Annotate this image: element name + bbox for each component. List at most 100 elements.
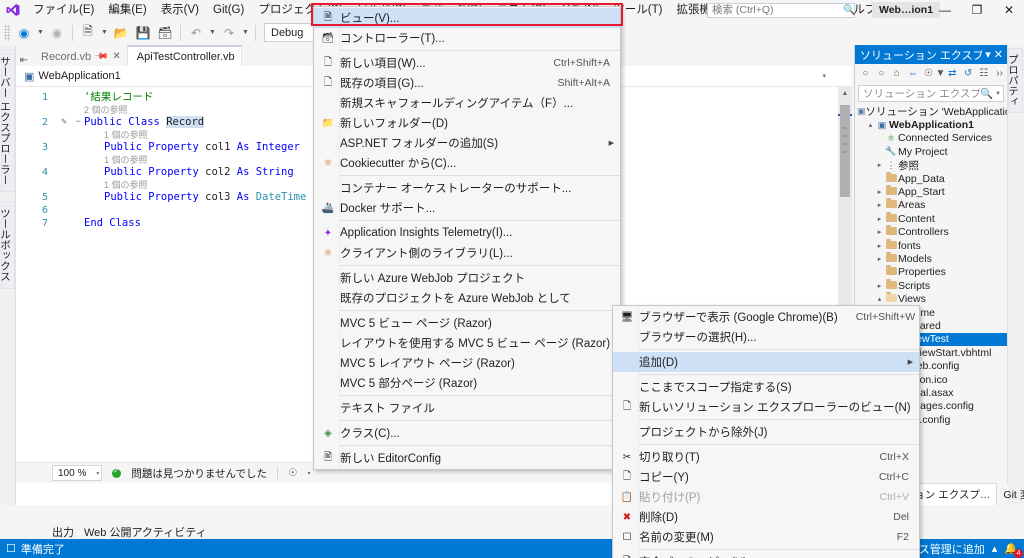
go-back-caret-icon[interactable]: ▼ bbox=[35, 22, 46, 44]
solution-tree-item[interactable]: ▸Content bbox=[855, 212, 1007, 225]
fold-marker[interactable]: − bbox=[72, 116, 84, 129]
sync-with-active-document-icon[interactable]: ⇔ bbox=[905, 65, 920, 82]
chevron-right-icon[interactable]: ▸ bbox=[875, 228, 884, 236]
menu-folder-item[interactable]: 🗋新しいソリューション エクスプローラーのビュー(N) bbox=[613, 397, 919, 417]
chevron-down-icon[interactable]: ▴ bbox=[875, 295, 884, 303]
menu-add-item[interactable]: 🚢Docker サポート... bbox=[314, 198, 620, 218]
new-project-caret-icon[interactable]: ▼ bbox=[99, 22, 110, 44]
menu-add-item[interactable]: 🗃コントローラー(T)... bbox=[314, 28, 620, 48]
home-icon[interactable]: ⌂ bbox=[890, 65, 905, 82]
menu-add-item[interactable]: 🗋新しい項目(W)...Ctrl+Shift+A bbox=[314, 53, 620, 73]
solution-tree-item[interactable]: ▸Scripts bbox=[855, 279, 1007, 292]
properties-icon[interactable]: ☷ bbox=[976, 65, 991, 82]
menu-folder-item[interactable]: 🖥ブラウザーで表示 (Google Chrome)(B)Ctrl+Shift+W bbox=[613, 307, 919, 327]
menu-folder-item[interactable]: ここまでスコープ指定する(S) bbox=[613, 377, 919, 397]
menu-add-item[interactable]: 🖹新しい EditorConfig bbox=[314, 448, 620, 468]
solution-tree-item[interactable]: ▸App_Start bbox=[855, 185, 1007, 198]
menu-add-item[interactable]: 📁新しいフォルダー(D) bbox=[314, 113, 620, 133]
solution-tree-item[interactable]: ▸⋮参照 bbox=[855, 159, 1007, 172]
redo-icon[interactable]: ↷ bbox=[218, 22, 240, 44]
back-icon[interactable]: ○ bbox=[858, 65, 873, 82]
chevron-right-icon[interactable]: ▸ bbox=[875, 161, 884, 169]
zoom-combo[interactable]: 100 % ▾ bbox=[52, 465, 102, 481]
solution-tree-item[interactable]: 🔧My Project bbox=[855, 145, 1007, 158]
chevron-up-icon[interactable]: ▴ bbox=[992, 542, 998, 555]
go-forward-icon[interactable]: ◉ bbox=[46, 22, 68, 44]
menu-file[interactable]: ファイル(E) bbox=[26, 0, 101, 20]
tab-overflow-icon[interactable]: ⇤ bbox=[16, 55, 32, 66]
menu-add-item[interactable]: テキスト ファイル bbox=[314, 398, 620, 418]
menu-add-item[interactable]: ✦Application Insights Telemetry(I)... bbox=[314, 223, 620, 243]
menu-folder-item[interactable]: 追加(D)▶ bbox=[613, 352, 919, 372]
chevron-down-icon[interactable]: ▼ bbox=[937, 65, 944, 82]
solution-tree-item[interactable]: ▴Views bbox=[855, 292, 1007, 305]
issue-filter-icon[interactable]: ☉ bbox=[288, 467, 297, 479]
new-project-icon[interactable]: 🗎 bbox=[77, 22, 99, 44]
solution-explorer-search[interactable]: ソリューション エクスプローラー 🔍 ▼ bbox=[858, 85, 1004, 102]
menu-folder-item[interactable]: 🗋コピー(Y)Ctrl+C bbox=[613, 467, 919, 487]
open-file-icon[interactable]: 📂 bbox=[110, 22, 132, 44]
sidebar-tab-server-explorer[interactable]: サーバー エクスプローラー bbox=[1, 49, 15, 192]
menu-add-item[interactable]: ASP.NET フォルダーの追加(S)▶ bbox=[314, 133, 620, 153]
menu-folder-item[interactable]: ✂切り取り(T)Ctrl+X bbox=[613, 447, 919, 467]
redo-caret-icon[interactable]: ▼ bbox=[240, 22, 251, 44]
menu-folder-item[interactable]: ☐名前の変更(M)F2 bbox=[613, 527, 919, 547]
overflow-icon[interactable]: ›› bbox=[992, 65, 1007, 82]
sidebar-tab-properties[interactable]: プロパティ bbox=[1008, 48, 1023, 113]
context-menu-folder[interactable]: 🖥ブラウザーで表示 (Google Chrome)(B)Ctrl+Shift+W… bbox=[612, 305, 920, 558]
menu-add-item[interactable]: 既存のプロジェクトを Azure WebJob として bbox=[314, 288, 620, 308]
solution-tree-item[interactable]: ▸fonts bbox=[855, 239, 1007, 252]
menu-edit[interactable]: 編集(E) bbox=[101, 0, 153, 20]
undo-caret-icon[interactable]: ▼ bbox=[207, 22, 218, 44]
go-back-icon[interactable]: ◉ bbox=[13, 22, 35, 44]
menu-add-item[interactable]: コンテナー オーケストレーターのサポート... bbox=[314, 178, 620, 198]
editor-tab-record[interactable]: Record.vb 📌 ✕ bbox=[32, 45, 127, 66]
chevron-down-icon[interactable]: ▼ bbox=[993, 91, 1001, 97]
tab-git-changes[interactable]: Git 変更 bbox=[997, 484, 1024, 505]
search-input[interactable]: 検索 (Ctrl+Q) bbox=[707, 3, 855, 18]
menu-add-item[interactable]: MVC 5 部分ページ (Razor) bbox=[314, 373, 620, 393]
menu-add-item[interactable]: ⚛Cookiecutter から(C)... bbox=[314, 153, 620, 173]
solution-tree-item[interactable]: App_Data bbox=[855, 172, 1007, 185]
menu-add-item[interactable]: MVC 5 レイアウト ページ (Razor) bbox=[314, 353, 620, 373]
menu-git[interactable]: Git(G) bbox=[206, 0, 251, 20]
menu-folder-item[interactable]: 📋貼り付け(P)Ctrl+V bbox=[613, 487, 919, 507]
chevron-right-icon[interactable]: ▸ bbox=[875, 255, 884, 263]
menu-add-item[interactable]: 新しい Azure WebJob プロジェクト bbox=[314, 268, 620, 288]
solution-tree-item[interactable]: ▸Models bbox=[855, 252, 1007, 265]
menu-view[interactable]: 表示(V) bbox=[154, 0, 206, 20]
editor-tab-apitestcontroller[interactable]: ApiTestController.vb bbox=[127, 45, 242, 66]
menu-folder-item[interactable]: 🗋完全パスのコピー(U) bbox=[613, 552, 919, 558]
menu-add-item[interactable]: 🗋既存の項目(G)...Shift+Alt+A bbox=[314, 73, 620, 93]
solution-tree-item[interactable]: ▸Areas bbox=[855, 199, 1007, 212]
context-menu-add[interactable]: 🗎ビュー(V)...🗃コントローラー(T)... 🗋新しい項目(W)...Ctrl… bbox=[313, 6, 621, 470]
show-all-files-icon[interactable]: ☉ bbox=[921, 65, 936, 82]
close-button[interactable]: ✕ bbox=[994, 0, 1024, 20]
collapse-all-icon[interactable]: ↺ bbox=[961, 65, 976, 82]
menu-folder-item[interactable]: ✖削除(D)Del bbox=[613, 507, 919, 527]
forward-icon[interactable]: ○ bbox=[874, 65, 889, 82]
menu-folder-item[interactable]: プロジェクトから除外(J) bbox=[613, 422, 919, 442]
save-icon[interactable]: 💾 bbox=[132, 22, 154, 44]
menu-add-item[interactable]: ⚛クライアント側のライブラリ(L)... bbox=[314, 243, 620, 263]
solution-tree-item[interactable]: Properties bbox=[855, 266, 1007, 279]
menu-folder-item[interactable]: ブラウザーの選択(H)... bbox=[613, 327, 919, 347]
close-icon[interactable]: ✕ bbox=[994, 48, 1003, 61]
close-icon[interactable]: ✕ bbox=[112, 51, 120, 62]
scroll-up-icon[interactable]: ▲ bbox=[838, 87, 852, 101]
chevron-right-icon[interactable]: ▸ bbox=[875, 188, 884, 196]
chevron-down-icon[interactable]: ▴ bbox=[866, 121, 875, 129]
pin-icon[interactable]: 📌 bbox=[94, 49, 110, 65]
notification-bell-icon[interactable]: 🔔 4 bbox=[1004, 542, 1018, 555]
refresh-icon[interactable]: ⇄ bbox=[945, 65, 960, 82]
solution-tree-item[interactable]: ⚛Connected Services bbox=[855, 132, 1007, 145]
chevron-down-icon[interactable]: ▾ bbox=[985, 48, 991, 61]
sidebar-tab-toolbox[interactable]: ツールボックス bbox=[1, 201, 15, 289]
solution-tree-item[interactable]: ▸Controllers bbox=[855, 226, 1007, 239]
maximize-button[interactable]: ❐ bbox=[962, 0, 992, 20]
chevron-right-icon[interactable]: ▸ bbox=[875, 282, 884, 290]
menu-add-item[interactable]: 新規スキャフォールディングアイテム（F）... bbox=[314, 93, 620, 113]
menu-add-item[interactable]: 🗎ビュー(V)... bbox=[314, 8, 620, 28]
chevron-right-icon[interactable]: ▸ bbox=[875, 201, 884, 209]
minimize-button[interactable]: — bbox=[930, 0, 960, 20]
